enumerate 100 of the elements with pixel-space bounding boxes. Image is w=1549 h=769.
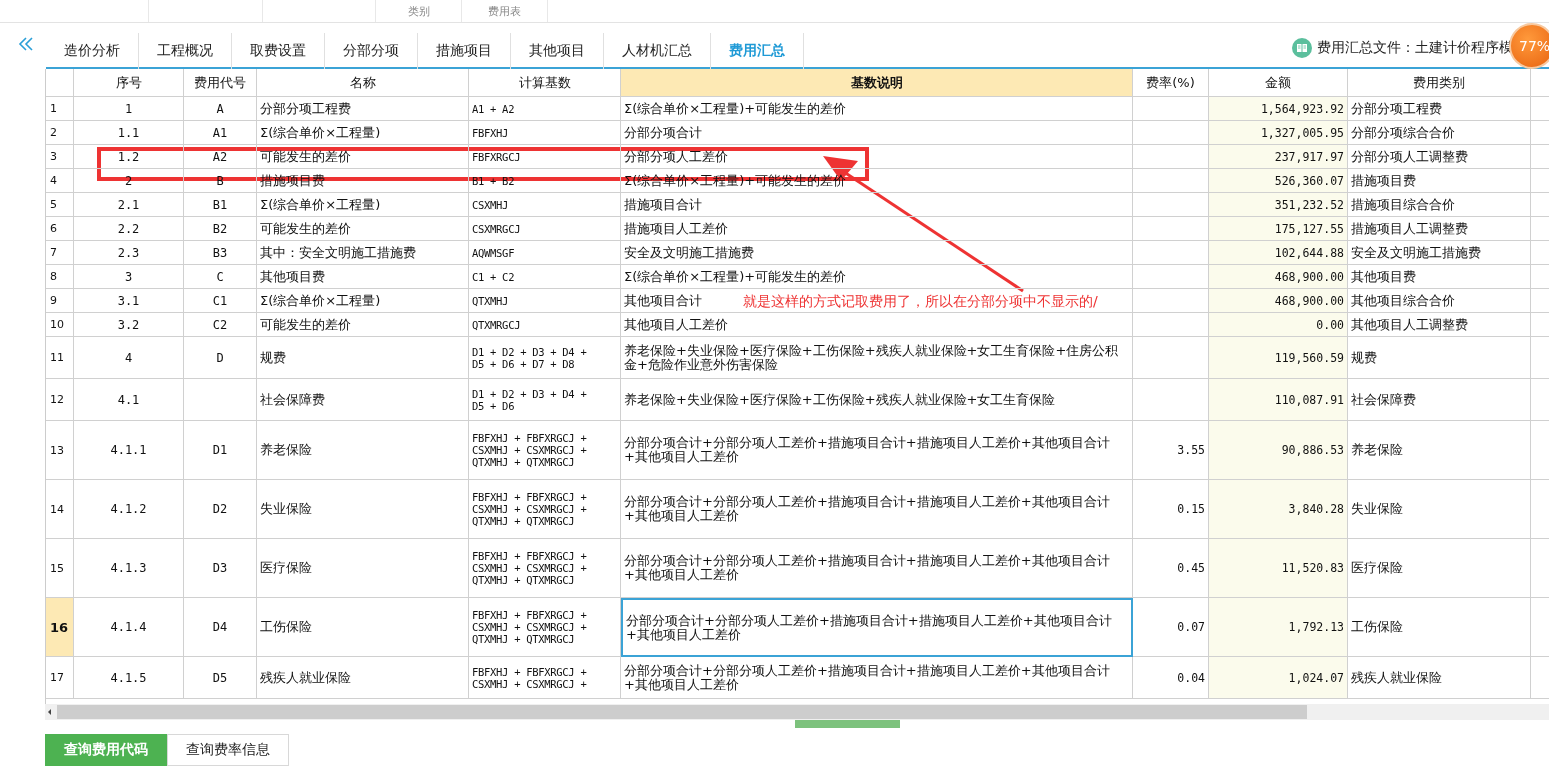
row-number[interactable]: 12	[46, 379, 74, 421]
table-cell: FBFXHJ	[469, 121, 621, 145]
table-cell: 其他项目综合合价	[1348, 289, 1531, 313]
scrollbar-thumb[interactable]	[57, 705, 1307, 719]
table-cell: D3	[184, 539, 257, 598]
table-cell: 3.2	[74, 313, 184, 337]
table-cell: D	[184, 337, 257, 379]
table-cell: 90,886.53	[1209, 421, 1348, 480]
column-header[interactable]: 费率(%)	[1133, 69, 1209, 97]
row-number[interactable]: 13	[46, 421, 74, 480]
table-cell: D2	[184, 480, 257, 539]
table-cell: QTXMRGCJ	[469, 313, 621, 337]
table-cell: 0.00	[1209, 313, 1348, 337]
table-cell: 2.2	[74, 217, 184, 241]
row-number[interactable]: 11	[46, 337, 74, 379]
table-cell: 措施项目人工调整费	[1348, 217, 1531, 241]
table-cell: A2	[184, 145, 257, 169]
row-number[interactable]: 3	[46, 145, 74, 169]
table-cell: 11,520.83	[1209, 539, 1348, 598]
table-cell: 2.1	[74, 193, 184, 217]
annotation-text: 就是这样的方式记取费用了，所以在分部分项中不显示的/	[743, 293, 1098, 311]
table-cell: B1 + B2	[469, 169, 621, 193]
table-cell: A1 + A2	[469, 97, 621, 121]
table-cell: 3	[74, 265, 184, 289]
table-cell: 其他项目人工差价	[621, 313, 1133, 337]
table-cell: C2	[184, 313, 257, 337]
table-cell: 其中：安全文明施工措施费	[257, 241, 469, 265]
column-header[interactable]: 金额	[1209, 69, 1348, 97]
table-cell: 分部分项合计+分部分项人工差价+措施项目合计+措施项目人工差价+其他项目合计+其他项目人工差价	[621, 480, 1133, 539]
table-cell: FBFXHJ + FBFXRGCJ + CSXMHJ + CSXMRGCJ + QTXMHJ + QTXMRGCJ	[469, 539, 621, 598]
table-cell: CSXMRGCJ	[469, 217, 621, 241]
table-cell: 失业保险	[1348, 480, 1531, 539]
tab[interactable]: 查询费率信息	[167, 734, 289, 766]
table-cell: FBFXHJ + FBFXRGCJ + CSXMHJ + CSXMRGCJ +	[469, 657, 621, 699]
table-cell: 安全及文明施工措施费	[1348, 241, 1531, 265]
table-cell: D1	[184, 421, 257, 480]
table-cell: 468,900.00	[1209, 265, 1348, 289]
table-cell: 养老保险	[257, 421, 469, 480]
row-number[interactable]: 14	[46, 480, 74, 539]
table-cell: 1,564,923.92	[1209, 97, 1348, 121]
row-number[interactable]: 16	[46, 598, 74, 657]
table-cell: A	[184, 97, 257, 121]
table-cell: 规费	[1348, 337, 1531, 379]
table-cell: C1	[184, 289, 257, 313]
column-header[interactable]: 序号	[74, 69, 184, 97]
table-cell: 4.1.2	[74, 480, 184, 539]
table-cell: 措施项目综合合价	[1348, 193, 1531, 217]
row-number[interactable]: 8	[46, 265, 74, 289]
table-cell: QTXMHJ	[469, 289, 621, 313]
table-cell: 4.1.3	[74, 539, 184, 598]
row-number[interactable]: 10	[46, 313, 74, 337]
table-cell: AQWMSGF	[469, 241, 621, 265]
table-cell: D4	[184, 598, 257, 657]
column-header[interactable]: 费用类别	[1348, 69, 1531, 97]
table-cell: 养老保险+失业保险+医疗保险+工伤保险+残疾人就业保险+女工生育保险	[621, 379, 1133, 421]
table-cell: 可能发生的差价	[257, 217, 469, 241]
table-cell: 失业保险	[257, 480, 469, 539]
table-cell: 110,087.91	[1209, 379, 1348, 421]
table-cell: 4.1.1	[74, 421, 184, 480]
table-cell: 工伤保险	[1348, 598, 1531, 657]
row-number[interactable]: 1	[46, 97, 74, 121]
column-header[interactable]: 费用代号	[184, 69, 257, 97]
collapse-icon[interactable]	[18, 37, 34, 51]
column-header[interactable]: 基数说明	[621, 69, 1133, 97]
table-cell: 可能发生的差价	[257, 313, 469, 337]
table-cell: 351,232.52	[1209, 193, 1348, 217]
table-cell: 分部分项人工调整费	[1348, 145, 1531, 169]
table-cell: 措施项目合计	[621, 193, 1133, 217]
table-cell: 分部分项合计	[621, 121, 1133, 145]
row-number[interactable]: 7	[46, 241, 74, 265]
row-number[interactable]: 17	[46, 657, 74, 699]
table-cell: 4.1	[74, 379, 184, 421]
table-cell: 2	[74, 169, 184, 193]
table-cell: B2	[184, 217, 257, 241]
row-number[interactable]: 6	[46, 217, 74, 241]
table-cell: 4.1.4	[74, 598, 184, 657]
row-number[interactable]: 2	[46, 121, 74, 145]
table-cell: 养老保险	[1348, 421, 1531, 480]
table-cell: 1,024.07	[1209, 657, 1348, 699]
table-cell: Σ(综合单价×工程量)	[257, 121, 469, 145]
table-cell: 3,840.28	[1209, 480, 1348, 539]
table-cell: 分部分项合计+分部分项人工差价+措施项目合计+措施项目人工差价+其他项目合计+其他项目人工差价	[621, 421, 1133, 480]
table-cell: FBFXHJ + FBFXRGCJ + CSXMHJ + CSXMRGCJ + QTXMHJ + QTXMRGCJ	[469, 421, 621, 480]
table-cell: 526,360.07	[1209, 169, 1348, 193]
table-cell: C1 + C2	[469, 265, 621, 289]
table-cell: 可能发生的差价	[257, 145, 469, 169]
table-cell: D5	[184, 657, 257, 699]
row-number[interactable]: 9	[46, 289, 74, 313]
splitter-handle[interactable]	[795, 720, 900, 728]
row-number[interactable]: 4	[46, 169, 74, 193]
progress-badge: 77%	[1509, 23, 1549, 69]
table-cell: 措施项目人工差价	[621, 217, 1133, 241]
table-cell: D1 + D2 + D3 + D4 + D5 + D6 + D7 + D8	[469, 337, 621, 379]
column-header[interactable]: 名称	[257, 69, 469, 97]
row-number[interactable]: 5	[46, 193, 74, 217]
table-cell: 安全及文明施工措施费	[621, 241, 1133, 265]
table-cell: 分部分项合计+分部分项人工差价+措施项目合计+措施项目人工差价+其他项目合计+其他项目人工差价	[621, 539, 1133, 598]
column-header[interactable]: 计算基数	[469, 69, 621, 97]
table-cell: FBFXRGCJ	[469, 145, 621, 169]
table-cell: 其他项目费	[257, 265, 469, 289]
